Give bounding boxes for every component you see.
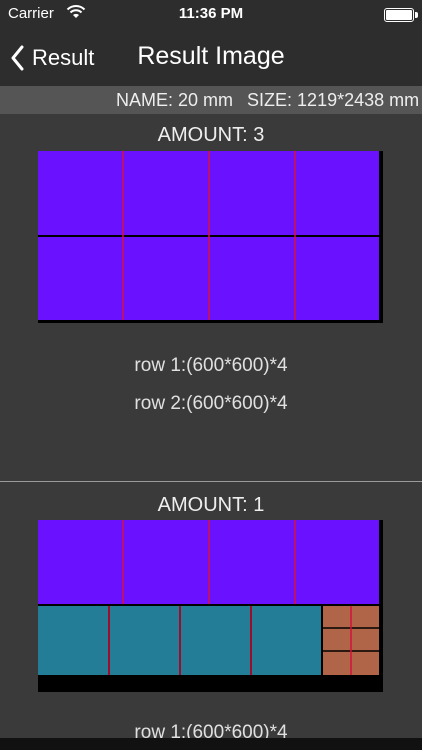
row-summary: row 2:(600*600)*4 [134, 393, 288, 414]
sheet-piece [38, 606, 108, 675]
cutting-layout-diagram [38, 520, 379, 675]
result-amount: AMOUNT: 1 [157, 494, 265, 516]
bottom-edge [0, 738, 422, 750]
status-bar: Carrier 11:36 PM [0, 0, 422, 30]
navigation-bar: Result Result Image [0, 30, 422, 86]
row-summary: row 1:(600*600)*4 [134, 355, 288, 376]
material-name: NAME: 20 mm [116, 90, 234, 110]
cutting-layout-diagram [38, 151, 379, 320]
material-info-bar: NAME: 20 mm SIZE: 1219*2438 mm [0, 86, 422, 114]
battery-icon [384, 8, 418, 22]
sheet-piece [181, 606, 250, 675]
sheet-piece [110, 606, 179, 675]
section-divider [0, 481, 422, 482]
material-size: SIZE: 1219*2438 mm [247, 90, 420, 110]
page-title: Result Image [137, 42, 285, 70]
result-amount: AMOUNT: 3 [157, 124, 265, 146]
sheet-piece [252, 606, 321, 675]
clock: 11:36 PM [178, 5, 244, 22]
